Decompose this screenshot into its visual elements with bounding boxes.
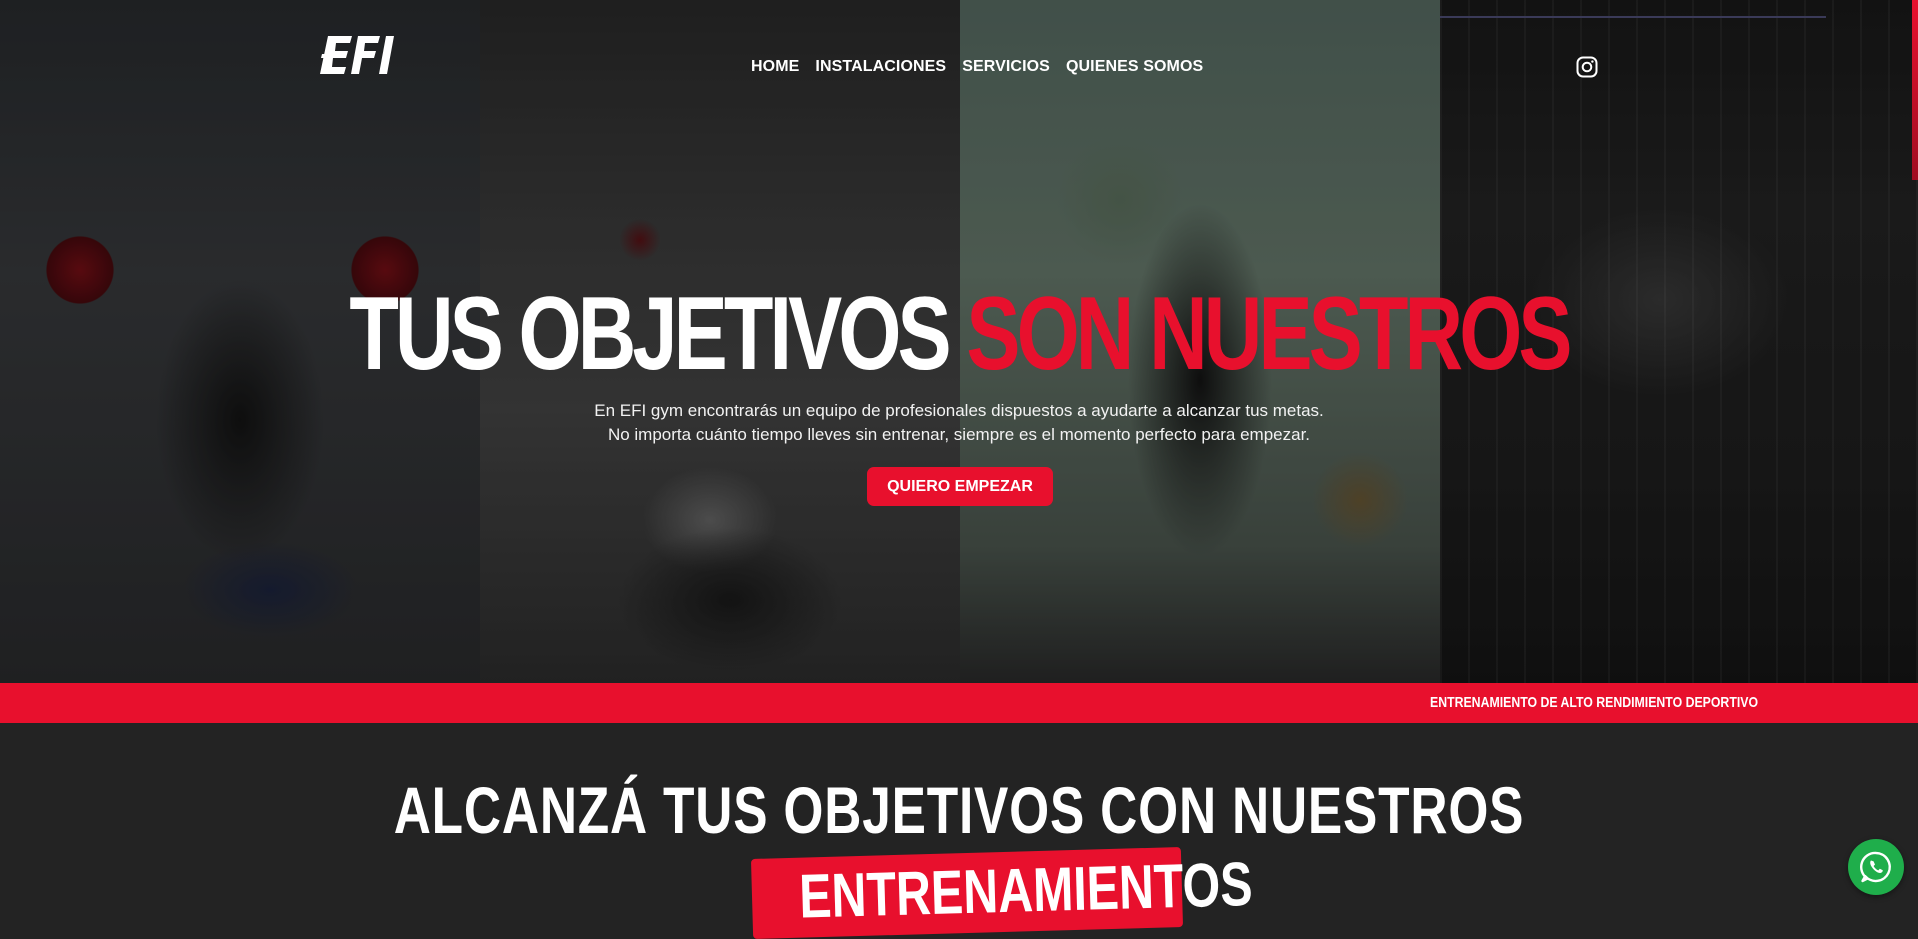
nav-home[interactable]: HOME	[751, 58, 799, 76]
hero-subtitle-line2: No importa cuánto tiempo lleves sin entr…	[607, 425, 1311, 444]
hero-subtitle-line1: En EFI gym encontrarás un equipo de prof…	[594, 401, 1324, 420]
section-highlight-text: ENTRENAMIENTOS	[798, 850, 1254, 932]
quiero-empezar-button[interactable]: QUIERO EMPEZAR	[867, 467, 1053, 506]
hero-title-white: TUS OBJETIVOS	[349, 276, 951, 392]
instagram-icon[interactable]	[1576, 56, 1598, 78]
nav-servicios[interactable]: SERVICIOS	[962, 58, 1050, 76]
nav-quienes-somos[interactable]: QUIENES SOMOS	[1066, 58, 1203, 76]
scroll-indicator[interactable]	[1912, 0, 1918, 180]
marquee-text: ENTRENAMIENTO DE ALTO RENDIMIENTO DEPORT…	[1430, 694, 1759, 711]
marquee-band: ENTRENAMIENTO DE ALTO RENDIMIENTO DEPORT…	[0, 683, 1918, 723]
efi-logo[interactable]	[318, 32, 402, 78]
whatsapp-button[interactable]	[1848, 839, 1904, 895]
hero-title-red: SON NUESTROS	[966, 276, 1572, 392]
decorative-line	[1440, 16, 1826, 18]
nav-instalaciones[interactable]: INSTALACIONES	[815, 58, 946, 76]
main-nav: HOME INSTALACIONES SERVICIOS QUIENES SOM…	[751, 58, 1203, 76]
section-title: ALCANZÁ TUS OBJETIVOS CON NUESTROS	[393, 773, 1525, 847]
hero-title: TUS OBJETIVOS SON NUESTROS	[211, 282, 1707, 386]
whatsapp-icon	[1860, 851, 1891, 883]
